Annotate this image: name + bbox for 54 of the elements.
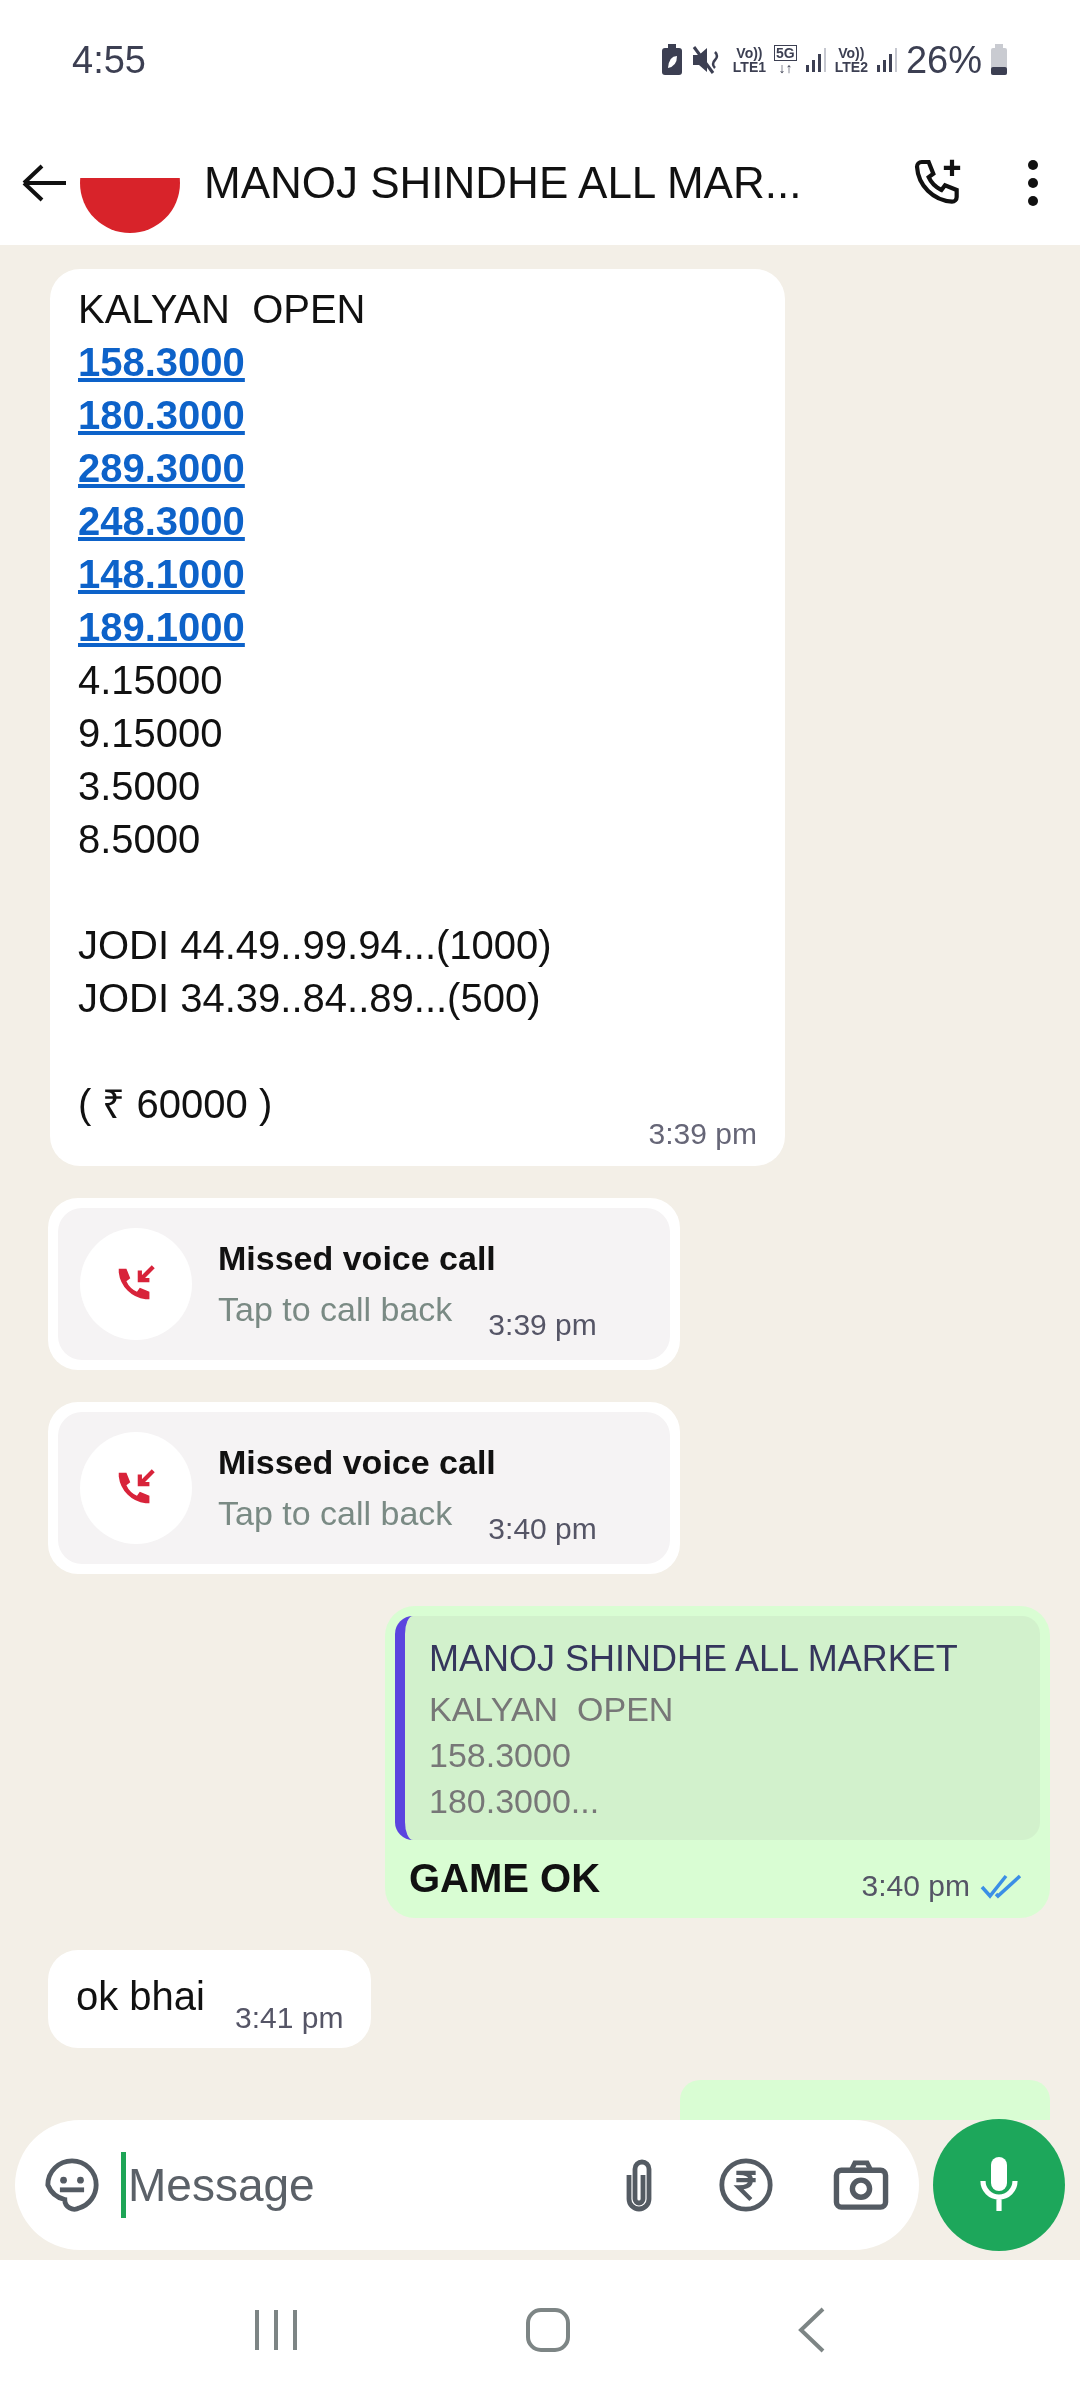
message-input[interactable]: Message [128, 2150, 597, 2220]
back-icon[interactable] [797, 2307, 827, 2353]
number-link[interactable]: 289.3000 [78, 442, 245, 495]
more-options-icon[interactable] [1026, 157, 1040, 208]
message-time: 3:40 pm [861, 1868, 970, 1904]
message-line: KALYAN OPEN [78, 286, 367, 333]
call-title: Missed voice call [218, 1442, 497, 1483]
quote-author: MANOJ SHINDHE ALL MARKET [429, 1637, 959, 1681]
recent-apps-icon[interactable] [253, 2308, 299, 2352]
camera-icon[interactable] [831, 2158, 891, 2212]
message-time: 3:40 pm [488, 1511, 597, 1547]
sim-label: LTE1 [732, 60, 767, 74]
message-field[interactable]: Message [15, 2120, 919, 2250]
message-line: 8.5000 [78, 816, 202, 863]
chat-title[interactable]: MANOJ SHINDHE ALL MAR... [204, 149, 910, 216]
signal-icon [804, 47, 827, 73]
message-text: GAME OK [409, 1855, 601, 1902]
data-arrows: ↓↑ [778, 61, 793, 75]
message-line: 4.15000 [78, 657, 224, 704]
message-line: 3.5000 [78, 763, 202, 810]
message-line: ( ₹ 60000 ) [78, 1081, 274, 1128]
number-link[interactable]: 189.1000 [78, 601, 245, 654]
battery-percent: 26% [905, 37, 982, 83]
quote-line: 158.3000 [429, 1735, 572, 1776]
volte-label: Vo)) [838, 46, 865, 60]
call-title: Missed voice call [218, 1238, 497, 1279]
call-subtitle: Tap to call back [218, 1493, 453, 1534]
call-bubble[interactable]: Missed voice call Tap to call back 3:39 pm [48, 1198, 680, 1370]
message-line: JODI 44.49..99.94...(1000) [78, 922, 553, 969]
battery-saver-icon [660, 44, 683, 76]
number-link[interactable]: 180.3000 [78, 389, 245, 442]
sim-label: LTE2 [834, 60, 868, 74]
message-time: 3:39 pm [488, 1307, 597, 1343]
call-subtitle: Tap to call back [218, 1289, 453, 1330]
quote-line: KALYAN OPEN [429, 1689, 675, 1730]
call-bubble[interactable]: Missed voice call Tap to call back 3:40 pm [48, 1402, 680, 1574]
message-time: 3:41 pm [235, 2000, 344, 2036]
rupee-icon[interactable] [717, 2156, 775, 2214]
message-line: 9.15000 [78, 710, 224, 757]
signal-icon [875, 47, 898, 73]
volte-label: Vo)) [736, 46, 763, 60]
sticker-icon[interactable] [43, 2156, 101, 2214]
battery-icon [990, 44, 1008, 76]
number-link[interactable]: 158.3000 [78, 336, 245, 389]
home-icon[interactable] [525, 2307, 571, 2353]
message-text: ok bhai [76, 1973, 205, 2020]
message-time: 3:39 pm [648, 1116, 757, 1152]
number-link[interactable]: 148.1000 [78, 548, 245, 601]
network-label: 5G [774, 45, 797, 61]
quote-line: 180.3000... [429, 1781, 601, 1822]
quoted-message[interactable]: MANOJ SHINDHE ALL MARKET KALYAN OPEN 158.3000 180.3000... [395, 1616, 1040, 1840]
message-line: JODI 34.39..84..89...(500) [78, 975, 542, 1022]
number-link[interactable]: 248.3000 [78, 495, 245, 548]
clock: 4:55 [72, 37, 146, 83]
